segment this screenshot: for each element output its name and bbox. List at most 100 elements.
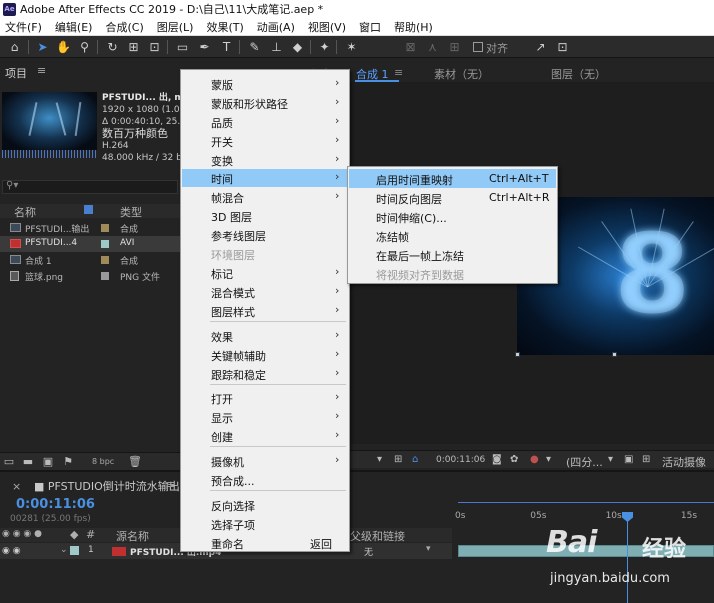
- expand-layer-icon[interactable]: ⌄: [60, 545, 68, 555]
- bit-depth-button[interactable]: 8 bpc: [92, 457, 114, 466]
- column-type[interactable]: 类型: [120, 204, 142, 220]
- time-submenu-item[interactable]: 冻结帧: [349, 226, 556, 245]
- type-tool-icon[interactable]: T: [218, 39, 235, 55]
- column-name[interactable]: 名称: [14, 204, 36, 220]
- menu-file[interactable]: 文件(F): [0, 19, 50, 35]
- context-menu-item[interactable]: 创建 ›: [182, 427, 348, 445]
- menu-effect[interactable]: 效果(T): [201, 19, 251, 35]
- flowchart-icon[interactable]: ⚑: [62, 456, 74, 468]
- layer-label-color[interactable]: [70, 546, 79, 555]
- fullscreen-icon[interactable]: ⊞: [394, 454, 402, 465]
- pan-behind-tool-icon[interactable]: ⊡: [146, 39, 163, 55]
- layer-visibility-icon[interactable]: ◉ ◉: [2, 546, 21, 556]
- timeline-current-time[interactable]: 0:00:11:06: [16, 497, 95, 512]
- roto-brush-tool-icon[interactable]: ✦: [316, 39, 333, 55]
- context-menu-item[interactable]: 效果 ›: [182, 327, 348, 345]
- context-menu-item[interactable]: 品质 ›: [182, 113, 348, 131]
- context-menu-item[interactable]: 图层样式 ›: [182, 302, 348, 320]
- context-menu-item[interactable]: 帧混合 ›: [182, 188, 348, 206]
- project-item-row[interactable]: 篮球.png PNG 文件: [0, 268, 180, 284]
- transparency-grid-icon[interactable]: ⌂: [412, 454, 418, 465]
- project-item-row[interactable]: PFSTUDI...4 AVI: [0, 236, 180, 252]
- label-column-icon[interactable]: [84, 205, 93, 214]
- context-menu-item[interactable]: 标记 ›: [182, 264, 348, 282]
- selection-tool-icon[interactable]: ➤: [34, 39, 51, 55]
- context-menu-item[interactable]: 3D 图层: [182, 207, 348, 225]
- time-submenu-item[interactable]: 时间反向图层 Ctrl+Alt+R: [349, 188, 556, 207]
- context-menu-item[interactable]: 混合模式 ›: [182, 283, 348, 301]
- menu-composition[interactable]: 合成(C): [100, 19, 151, 35]
- project-item-row[interactable]: 合成 1 合成: [0, 252, 180, 268]
- axis-world-icon[interactable]: ⋏: [424, 39, 441, 55]
- menu-view[interactable]: 视图(V): [303, 19, 354, 35]
- snap-extend-icon[interactable]: ↗: [532, 39, 549, 55]
- align-checkbox[interactable]: [473, 42, 483, 52]
- layer-handle-bottom-left[interactable]: [515, 352, 520, 357]
- time-submenu-item[interactable]: 时间伸缩(C)...: [349, 207, 556, 226]
- project-item-label-color[interactable]: [101, 272, 109, 280]
- project-item-label-color[interactable]: [101, 256, 109, 264]
- parent-dropdown-arrow-icon[interactable]: ▾: [426, 544, 431, 554]
- project-item-label-color[interactable]: [101, 240, 109, 248]
- snapshot-icon[interactable]: ◙: [492, 454, 502, 465]
- tab-footage[interactable]: 素材（无）: [434, 66, 489, 82]
- hand-tool-icon[interactable]: ✋: [55, 39, 72, 55]
- show-snapshot-icon[interactable]: ✿: [510, 454, 518, 465]
- project-panel-title[interactable]: 项目: [5, 65, 27, 81]
- axis-local-icon[interactable]: ⊠: [402, 39, 419, 55]
- timeline-menu-icon[interactable]: ≡: [166, 478, 175, 491]
- timeline-tab-title[interactable]: ■ PFSTUDIO倒计时流水输出: [34, 478, 180, 494]
- axis-view-icon[interactable]: ⊞: [446, 39, 463, 55]
- menu-animation[interactable]: 动画(A): [252, 19, 303, 35]
- eraser-tool-icon[interactable]: ◆: [289, 39, 306, 55]
- context-menu-item[interactable]: 时间 ›: [182, 169, 348, 187]
- panel-menu-icon[interactable]: ≡: [37, 64, 46, 77]
- context-menu-item[interactable]: 开关 ›: [182, 132, 348, 150]
- channel-dropdown-icon[interactable]: ▾: [546, 454, 551, 465]
- context-menu-item[interactable]: 选择子项: [182, 515, 348, 533]
- project-search-input[interactable]: ⚲▾: [2, 180, 178, 194]
- close-tab-icon[interactable]: ×: [12, 480, 21, 493]
- zoom-tool-icon[interactable]: ⚲: [76, 39, 93, 55]
- label-column-icon[interactable]: ◆: [70, 528, 78, 541]
- rotation-tool-icon[interactable]: ↻: [104, 39, 121, 55]
- resolution-dropdown[interactable]: (四分...: [566, 454, 603, 470]
- pen-tool-icon[interactable]: ✒: [196, 39, 213, 55]
- time-submenu-item[interactable]: 在最后一帧上冻结: [349, 245, 556, 264]
- tab-layer[interactable]: 图层（无）: [551, 66, 606, 82]
- menu-window[interactable]: 窗口: [354, 19, 389, 35]
- brush-tool-icon[interactable]: ✎: [246, 39, 263, 55]
- region-of-interest-icon[interactable]: ▾: [377, 454, 382, 465]
- resolution-dropdown-icon[interactable]: ▾: [608, 454, 613, 465]
- layer-parent-dropdown[interactable]: 无: [364, 545, 373, 558]
- context-menu-item[interactable]: 参考线图层: [182, 226, 348, 244]
- context-menu-item[interactable]: 蒙版 ›: [182, 75, 348, 93]
- time-submenu-item[interactable]: 启用时间重映射 Ctrl+Alt+T: [349, 169, 556, 188]
- clone-stamp-tool-icon[interactable]: ⊥: [268, 39, 285, 55]
- menu-edit[interactable]: 编辑(E): [50, 19, 101, 35]
- context-menu-item[interactable]: 反向选择: [182, 496, 348, 514]
- context-menu-item[interactable]: 重命名 返回: [182, 534, 348, 552]
- new-folder-icon[interactable]: ▬: [22, 456, 34, 468]
- menu-help[interactable]: 帮助(H): [389, 19, 441, 35]
- rectangle-tool-icon[interactable]: ▭: [174, 39, 191, 55]
- menu-layer[interactable]: 图层(L): [152, 19, 202, 35]
- context-menu-item[interactable]: 关键帧辅助 ›: [182, 346, 348, 364]
- context-menu-item[interactable]: 摄像机 ›: [182, 452, 348, 470]
- grid-toggle-icon[interactable]: ⊞: [642, 454, 650, 465]
- column-index[interactable]: #: [86, 528, 95, 541]
- context-menu-item[interactable]: 打开 ›: [182, 389, 348, 407]
- column-parent[interactable]: 父级和链接: [350, 528, 405, 544]
- project-item-label-color[interactable]: [101, 224, 109, 232]
- context-menu-item[interactable]: 变换 ›: [182, 151, 348, 169]
- home-icon[interactable]: ⌂: [6, 39, 23, 55]
- puppet-tool-icon[interactable]: ✶: [343, 39, 360, 55]
- snap-grid-icon[interactable]: ⊡: [554, 39, 571, 55]
- tab-menu-icon[interactable]: ≡: [394, 66, 403, 79]
- trash-icon[interactable]: 🗑: [128, 456, 142, 468]
- viewer-current-time[interactable]: 0:00:11:06: [436, 455, 485, 465]
- context-menu-item[interactable]: 跟踪和稳定 ›: [182, 365, 348, 383]
- project-item-row[interactable]: PFSTUDI...输出 合成: [0, 220, 180, 236]
- context-menu-item[interactable]: 显示 ›: [182, 408, 348, 426]
- interpret-footage-icon[interactable]: ▭: [3, 456, 15, 468]
